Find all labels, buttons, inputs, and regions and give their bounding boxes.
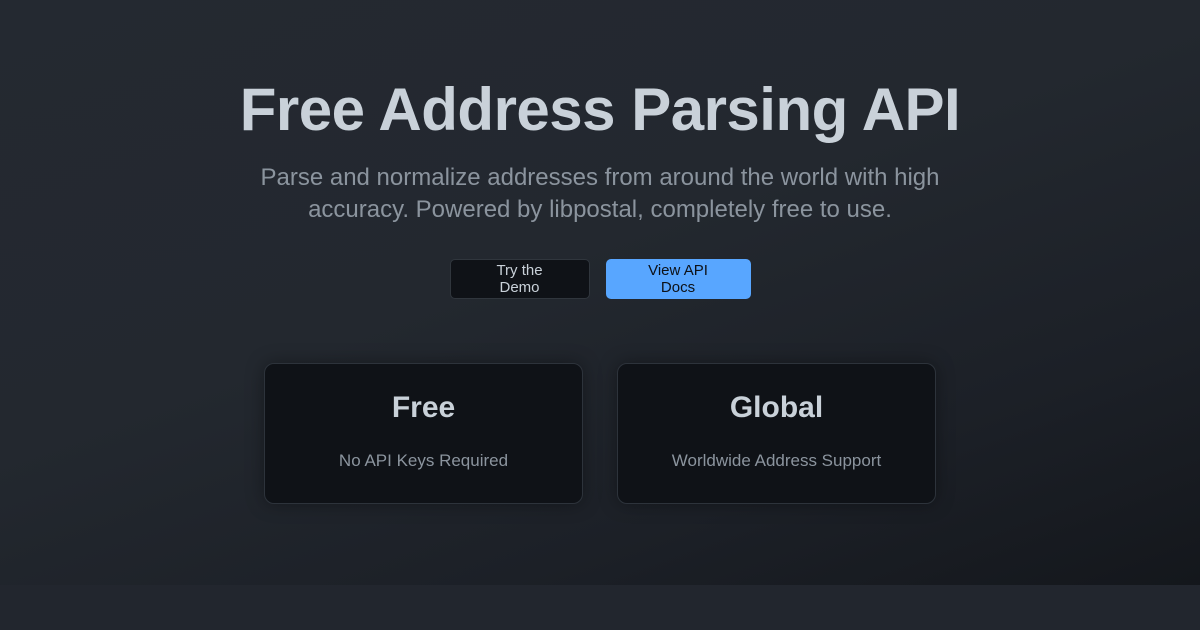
feature-card-title: Global — [729, 391, 824, 424]
feature-card-free: Free No API Keys Required — [264, 363, 583, 504]
page-subtitle: Parse and normalize addresses from aroun… — [260, 164, 940, 223]
page-title: Free Address Parsing API — [239, 76, 961, 143]
feature-cards: Free No API Keys Required Global Worldwi… — [0, 363, 1200, 504]
feature-card-description: Worldwide Address Support — [671, 451, 882, 470]
feature-card-title: Free — [391, 391, 456, 424]
hero-actions: Try the Demo View API Docs — [0, 259, 1200, 299]
footer-strip — [0, 585, 1200, 630]
hero-section: Free Address Parsing API Parse and norma… — [0, 0, 1200, 585]
view-api-docs-button[interactable]: View API Docs — [605, 259, 751, 299]
feature-card-global: Global Worldwide Address Support — [617, 363, 936, 504]
try-demo-button[interactable]: Try the Demo — [449, 259, 590, 299]
feature-card-description: No API Keys Required — [338, 451, 509, 470]
